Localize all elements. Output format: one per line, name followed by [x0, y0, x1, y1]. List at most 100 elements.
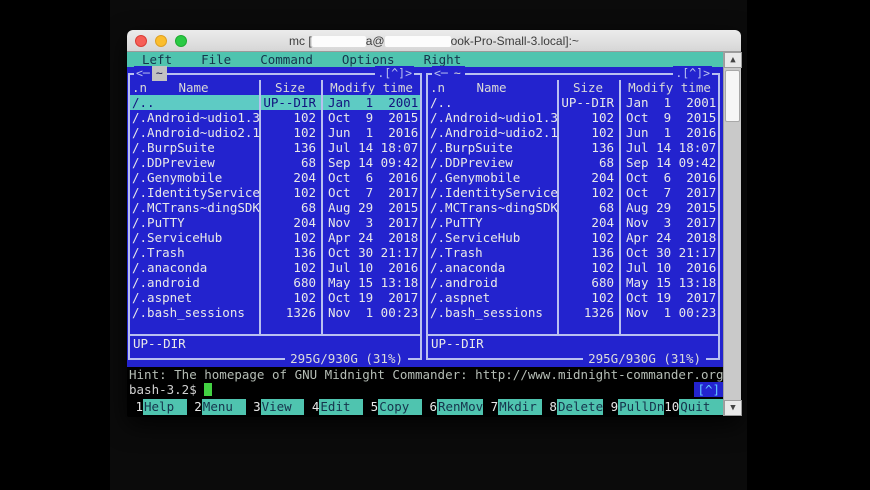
file-row[interactable]: /.Trash 136 Oct 30 21:17 — [128, 245, 422, 260]
file-row[interactable]: /.Trash 136 Oct 30 21:17 — [426, 245, 720, 260]
menu-item[interactable]: Options — [342, 52, 395, 67]
file-modify-time: Jul 10 2016 — [619, 260, 720, 275]
scrollbar-thumb[interactable] — [725, 70, 740, 122]
function-key-number: 3 — [246, 399, 261, 415]
file-row[interactable]: /.Android~udio1.3 102 Oct 9 2015 — [426, 110, 720, 125]
right-panel-bottom-border: 295G/930G (31%) — [426, 351, 720, 365]
file-modify-time: Nov 1 00:23 — [321, 305, 422, 320]
function-key-label: PullDn — [618, 399, 664, 415]
function-key-label: Mkdir — [498, 399, 542, 415]
function-key[interactable]: 8 Delete — [542, 399, 603, 415]
file-name: /.Genymobile — [426, 170, 557, 185]
file-panels: <─ ~ .[^]> .n Name Size Modify time — [127, 67, 723, 367]
file-name: /.BurpSuite — [128, 140, 259, 155]
function-key[interactable]: 10 Quit — [664, 399, 723, 415]
file-row[interactable]: /.bash_sessions 1326 Nov 1 00:23 — [426, 305, 720, 320]
panel-up-icon[interactable]: .[^]> — [673, 66, 712, 81]
file-row[interactable]: /.Android~udio1.3 102 Oct 9 2015 — [128, 110, 422, 125]
column-header-name[interactable]: Name — [426, 80, 557, 95]
function-key-label: Menu — [202, 399, 246, 415]
menu-item[interactable]: Right — [424, 52, 462, 67]
file-row[interactable]: /.ServiceHub 102 Apr 24 2018 — [426, 230, 720, 245]
function-key[interactable]: 2 Menu — [187, 399, 246, 415]
file-size: 102 — [259, 230, 321, 245]
scrollbar[interactable]: ▲ ▼ — [723, 52, 741, 416]
terminal-window: mc [a@ook-Pro-Small-3.local]:~ Left File C… — [127, 30, 741, 417]
file-row[interactable]: /.bash_sessions 1326 Nov 1 00:23 — [128, 305, 422, 320]
shell-prompt-row[interactable]: bash-3.2$ [^] — [127, 382, 723, 397]
file-name: /.anaconda — [128, 260, 259, 275]
file-modify-time: Aug 29 2015 — [321, 200, 422, 215]
history-back-icon[interactable]: <─ — [432, 66, 450, 81]
function-key[interactable]: 1 Help — [128, 399, 187, 415]
file-row[interactable]: /.Genymobile 204 Oct 6 2016 — [426, 170, 720, 185]
column-header-name[interactable]: Name — [128, 80, 259, 95]
function-key-number: 1 — [128, 399, 143, 415]
file-name: /.BurpSuite — [426, 140, 557, 155]
file-modify-time: Nov 1 00:23 — [619, 305, 720, 320]
minimize-button[interactable] — [155, 35, 167, 47]
file-row[interactable]: /.PuTTY 204 Nov 3 2017 — [426, 215, 720, 230]
function-key[interactable]: 3 View — [246, 399, 305, 415]
file-name: /.DDPreview — [426, 155, 557, 170]
file-row[interactable]: /.PuTTY 204 Nov 3 2017 — [128, 215, 422, 230]
function-key-label: Delete — [557, 399, 603, 415]
file-size: 102 — [259, 290, 321, 305]
file-row[interactable]: /.anaconda 102 Jul 10 2016 — [128, 260, 422, 275]
file-row[interactable]: /.aspnet 102 Oct 19 2017 — [128, 290, 422, 305]
window-title: mc [a@ook-Pro-Small-3.local]:~ — [127, 34, 741, 48]
file-row[interactable]: /.IdentityService 102 Oct 7 2017 — [426, 185, 720, 200]
file-size: 204 — [557, 170, 619, 185]
function-key[interactable]: 4 Edit — [304, 399, 363, 415]
menu-item[interactable]: File — [201, 52, 231, 67]
left-file-list: /.. UP--DIR Jan 1 2001 /.Android~udio1.3… — [128, 95, 422, 320]
function-key-label: Edit — [319, 399, 363, 415]
file-row[interactable]: /.android 680 May 15 13:18 — [128, 275, 422, 290]
file-name: /.aspnet — [426, 290, 557, 305]
file-row[interactable]: /.BurpSuite 136 Jul 14 18:07 — [426, 140, 720, 155]
panel-toggle-indicator[interactable]: [^] — [694, 382, 723, 397]
file-row[interactable]: /.Android~udio2.1 102 Jun 1 2016 — [128, 125, 422, 140]
function-key-number: 4 — [304, 399, 319, 415]
right-panel-directory[interactable]: ~ — [450, 66, 465, 81]
column-header-size[interactable]: Size — [259, 80, 321, 95]
function-key[interactable]: 6 RenMov — [422, 399, 483, 415]
history-back-icon[interactable]: <─ — [134, 66, 152, 81]
file-name: /.Android~udio2.1 — [128, 125, 259, 140]
file-row[interactable]: /.ServiceHub 102 Apr 24 2018 — [128, 230, 422, 245]
menu-item[interactable]: Command — [260, 52, 313, 67]
scroll-down-icon[interactable]: ▼ — [724, 400, 742, 416]
panel-up-icon[interactable]: .[^]> — [375, 66, 414, 81]
file-row[interactable]: /.DDPreview 68 Sep 14 09:42 — [128, 155, 422, 170]
file-size: 102 — [557, 110, 619, 125]
file-row[interactable]: /.BurpSuite 136 Jul 14 18:07 — [128, 140, 422, 155]
file-row[interactable]: /.. UP--DIR Jan 1 2001 — [426, 95, 720, 110]
function-key[interactable]: 7 Mkdir — [483, 399, 542, 415]
file-row[interactable]: /.IdentityService 102 Oct 7 2017 — [128, 185, 422, 200]
file-row[interactable]: /.Genymobile 204 Oct 6 2016 — [128, 170, 422, 185]
file-row[interactable]: /.anaconda 102 Jul 10 2016 — [426, 260, 720, 275]
column-header-size[interactable]: Size — [557, 80, 619, 95]
file-row[interactable]: /.MCTrans~dingSDK 68 Aug 29 2015 — [426, 200, 720, 215]
zoom-button[interactable] — [175, 35, 187, 47]
file-size: 102 — [557, 230, 619, 245]
function-key[interactable]: 9 PullDn — [603, 399, 664, 415]
menu-item[interactable]: Left — [142, 52, 172, 67]
file-row[interactable]: /.DDPreview 68 Sep 14 09:42 — [426, 155, 720, 170]
file-row[interactable]: /.. UP--DIR Jan 1 2001 — [128, 95, 422, 110]
file-row[interactable]: /.android 680 May 15 13:18 — [426, 275, 720, 290]
close-button[interactable] — [135, 35, 147, 47]
file-row[interactable]: /.aspnet 102 Oct 19 2017 — [426, 290, 720, 305]
file-row[interactable]: /.MCTrans~dingSDK 68 Aug 29 2015 — [128, 200, 422, 215]
file-name: /.bash_sessions — [128, 305, 259, 320]
function-key[interactable]: 5 Copy — [363, 399, 422, 415]
file-row[interactable]: /.Android~udio2.1 102 Jun 1 2016 — [426, 125, 720, 140]
column-header-modify[interactable]: Modify time — [619, 80, 720, 95]
scroll-up-icon[interactable]: ▲ — [724, 52, 742, 68]
column-header-modify[interactable]: Modify time — [321, 80, 422, 95]
window-titlebar[interactable]: mc [a@ook-Pro-Small-3.local]:~ — [127, 30, 741, 52]
left-panel-directory[interactable]: ~ — [152, 66, 167, 81]
sort-indicator: .n — [430, 80, 445, 95]
column-divider — [321, 80, 323, 334]
window-title-mid: a@ — [366, 34, 385, 48]
